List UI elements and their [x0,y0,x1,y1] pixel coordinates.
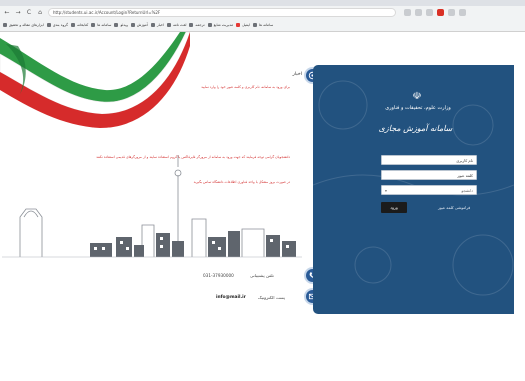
bookmark-item[interactable]: ترجمه [189,23,205,27]
role-select[interactable]: ▾ دانشجو [381,185,477,195]
chevron-down-icon: ▾ [385,187,387,193]
bookmarks-bar: ابزارهای مقاله و تحقیق گروه بندی کتابخان… [0,19,525,32]
menu-icon[interactable] [459,9,466,16]
bookmark-item[interactable]: ابزارهای مقاله و تحقیق [3,23,44,27]
folder-icon [166,23,171,27]
extension-icon[interactable] [437,9,444,16]
bookmark-item[interactable]: لغت نامه [166,23,186,27]
bookmark-item[interactable]: ویدئو [114,23,128,27]
address-bar-row: ← → C ⌂ http://students.ui.ac.ir/Account… [0,6,525,19]
home-button[interactable]: ⌂ [36,9,44,17]
folder-icon [91,23,96,27]
folder-icon [150,23,155,27]
phone-value: 031-37930000 [203,273,234,278]
role-select-value: دانشجو [461,187,473,193]
notice-line-1: برای ورود به سامانه، نام کاربری و کلمه ع… [201,85,290,89]
login-button[interactable]: ورود [381,202,407,213]
url-text: http://students.ui.ac.ir/Account/Login?R… [53,10,161,15]
bookmark-item[interactable]: مدیریت منابع [207,23,233,27]
ministry-title: وزارت علوم، تحقیقات و فناوری [385,105,451,111]
phone-label: تلفن پشتیبانی [250,273,274,278]
extension-icon[interactable] [426,9,433,16]
info-column: اخبار برای ورود به سامانه، نام کاربری و … [40,67,321,307]
forgot-password-link[interactable]: فراموشی کلمه عبور [438,205,470,210]
profile-icon[interactable] [448,9,455,16]
folder-icon [114,23,119,27]
notice-line-3: در صورت بروز مشکل با واحد فناوری اطلاعات… [193,180,290,184]
bookmark-item[interactable]: آموزش [130,23,148,27]
folder-icon [3,23,7,27]
login-panel: ☫ وزارت علوم، تحقیقات و فناوری سامانه آم… [313,65,514,314]
folder-icon [71,23,76,27]
url-input[interactable]: http://students.ui.ac.ir/Account/Login?R… [48,8,396,17]
bookmark-item[interactable]: کتابخانه [71,23,88,27]
notice-line-2: دانشجویان گرامی توجه فرمایند که جهت ورود… [96,155,290,159]
folder-icon [207,23,212,27]
password-placeholder: کلمه عبور [457,172,473,178]
back-button[interactable]: ← [3,9,11,17]
bookmark-item[interactable]: سامانه ها [253,23,273,27]
forward-button[interactable]: → [14,9,22,17]
email-link[interactable]: info@mail.ir [216,295,246,300]
bookmark-item[interactable]: ایمیل [236,23,250,27]
email-label: پست الکترونیک [258,295,285,300]
emblem-icon: ☫ [412,91,422,102]
bookmark-item[interactable]: گروه بندی [46,23,68,27]
bookmark-item[interactable]: اخبار [150,23,164,27]
username-field[interactable]: نام کاربری [381,155,477,165]
reload-button[interactable]: C [25,9,33,17]
system-title: سامانه آموزش مجازی [378,124,453,133]
mail-icon [236,23,241,27]
web-page: اخبار برای ورود به سامانه، نام کاربری و … [0,32,525,381]
password-field[interactable]: کلمه عبور [381,170,477,180]
folder-icon [253,23,258,27]
extension-icon[interactable] [415,9,422,16]
folder-icon [130,23,135,27]
folder-icon [46,23,51,27]
folder-icon [189,23,194,27]
bookmark-item[interactable]: سامانه ها [91,23,111,27]
news-label: اخبار [292,72,302,77]
username-placeholder: نام کاربری [456,157,473,163]
bookmark-star-icon[interactable] [404,9,411,16]
